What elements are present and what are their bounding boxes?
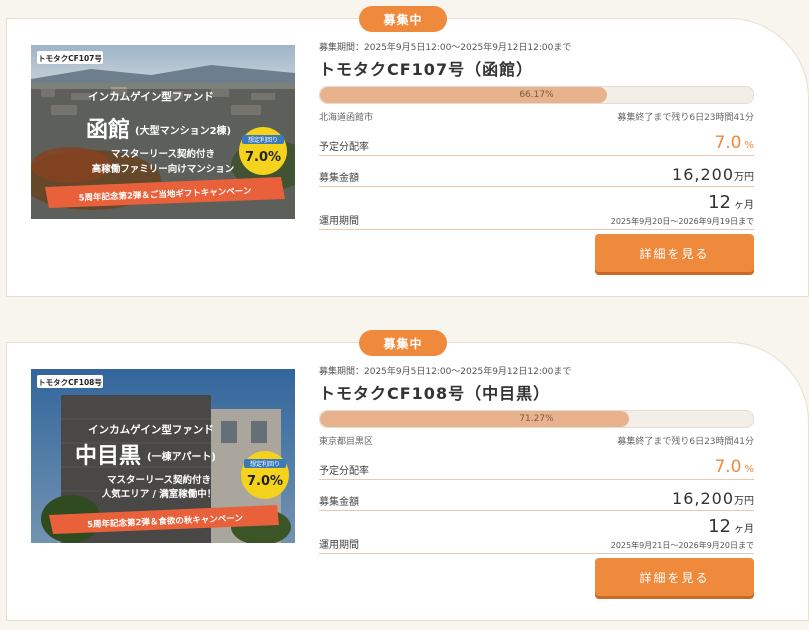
term-unit: ヶ月 <box>734 524 754 535</box>
thumb-tag: トモタクCF107号 <box>38 53 102 63</box>
amount-row: 募集金額 16,200万円 <box>319 486 754 511</box>
yield-unit: % <box>744 464 754 475</box>
term-row: 運用期間 12 ヶ月 2025年9月20日〜2026年9月19日まで <box>319 191 754 230</box>
progress-bar: 66.17% <box>319 86 754 104</box>
yield-label: 予定分配率 <box>319 142 369 153</box>
fund-name[interactable]: トモタクCF108号（中目黒） <box>319 380 754 404</box>
yield-row: 予定分配率 7.0% <box>319 457 754 480</box>
amount-value: 16,200 <box>672 165 734 184</box>
yield-row: 予定分配率 7.0% <box>319 133 754 156</box>
progress-percent: 66.17% <box>519 90 554 100</box>
thumb-area-sub: (大型マンション2棟) <box>135 124 231 137</box>
thumb-badge-value: 7.0% <box>247 474 283 489</box>
detail-button[interactable]: 詳細を見る <box>595 234 754 272</box>
amount-row: 募集金額 16,200万円 <box>319 162 754 187</box>
thumb-line4: 人気エリア / 満室稼働中！ <box>102 488 217 500</box>
term-value: 12 <box>708 192 731 213</box>
location: 北海道函館市 <box>319 113 374 123</box>
amount-label: 募集金額 <box>319 173 359 184</box>
thumb-area: 中目黒 <box>75 444 141 469</box>
recruitment-period: 募集期間：2025年9月5日12:00〜2025年9月12日12:00まで <box>319 43 572 53</box>
thumb-area: 函館 <box>86 117 130 143</box>
fund-name[interactable]: トモタクCF107号（函館） <box>319 56 754 80</box>
thumb-badge-value: 7.0% <box>245 150 281 165</box>
fund-image[interactable]: トモタクCF108号 インカムゲイン型ファンド 中目黒 (一棟アパート) マスタ… <box>31 369 295 543</box>
term-dates: 2025年9月21日〜2026年9月20日まで <box>610 541 754 550</box>
progress-percent: 71.27% <box>519 414 554 424</box>
amount-unit: 万円 <box>734 172 754 183</box>
thumb-area-sub: (一棟アパート) <box>147 450 216 463</box>
fund-card: 募集中 トモタクCF108号 インカムゲイン型ファンド 中目黒 (一棟アパート)… <box>6 330 809 621</box>
thumb-line3: マスターリース契約付き <box>107 474 211 486</box>
yield-value: 7.0 <box>714 457 742 477</box>
fund-image[interactable]: トモタクCF107号 インカムゲイン型ファンド 函館 (大型マンション2棟) マ… <box>31 45 295 219</box>
term-dates: 2025年9月20日〜2026年9月19日まで <box>610 217 754 226</box>
progress-bar: 71.27% <box>319 410 754 428</box>
status-badge: 募集中 <box>359 6 447 32</box>
recruitment-period: 募集期間：2025年9月5日12:00〜2025年9月12日12:00まで <box>319 367 572 377</box>
fund-info: 募集期間：2025年9月5日12:00〜2025年9月12日12:00まで トモ… <box>319 367 754 554</box>
yield-value: 7.0 <box>714 133 742 153</box>
time-remaining: 募集終了まで残り6日23時間41分 <box>617 437 754 447</box>
term-unit: ヶ月 <box>734 200 754 211</box>
fund-card: 募集中 トモタクCF107号 インカムゲイン型ファンド 函館 (大型マンション2… <box>6 6 809 297</box>
amount-label: 募集金額 <box>319 497 359 508</box>
amount-unit: 万円 <box>734 496 754 507</box>
term-row: 運用期間 12 ヶ月 2025年9月21日〜2026年9月20日まで <box>319 515 754 554</box>
thumb-tag: トモタクCF108号 <box>38 377 102 387</box>
thumb-line4: 高稼働ファミリー向けマンション <box>92 163 235 175</box>
thumb-fund-type: インカムゲイン型ファンド <box>88 423 214 436</box>
status-badge: 募集中 <box>359 330 447 356</box>
term-label: 運用期間 <box>319 216 359 227</box>
time-remaining: 募集終了まで残り6日23時間41分 <box>617 113 754 123</box>
term-label: 運用期間 <box>319 540 359 551</box>
location: 東京都目黒区 <box>319 437 374 447</box>
fund-info: 募集期間：2025年9月5日12:00〜2025年9月12日12:00まで トモ… <box>319 43 754 230</box>
thumb-badge-label: 想定利回り <box>250 460 280 468</box>
yield-unit: % <box>744 140 754 151</box>
yield-label: 予定分配率 <box>319 466 369 477</box>
thumb-badge-label: 想定利回り <box>248 136 278 144</box>
amount-value: 16,200 <box>672 489 734 508</box>
thumb-fund-type: インカムゲイン型ファンド <box>88 90 214 103</box>
detail-button[interactable]: 詳細を見る <box>595 558 754 596</box>
term-value: 12 <box>708 516 731 537</box>
thumb-line3: マスターリース契約付き <box>111 148 215 160</box>
